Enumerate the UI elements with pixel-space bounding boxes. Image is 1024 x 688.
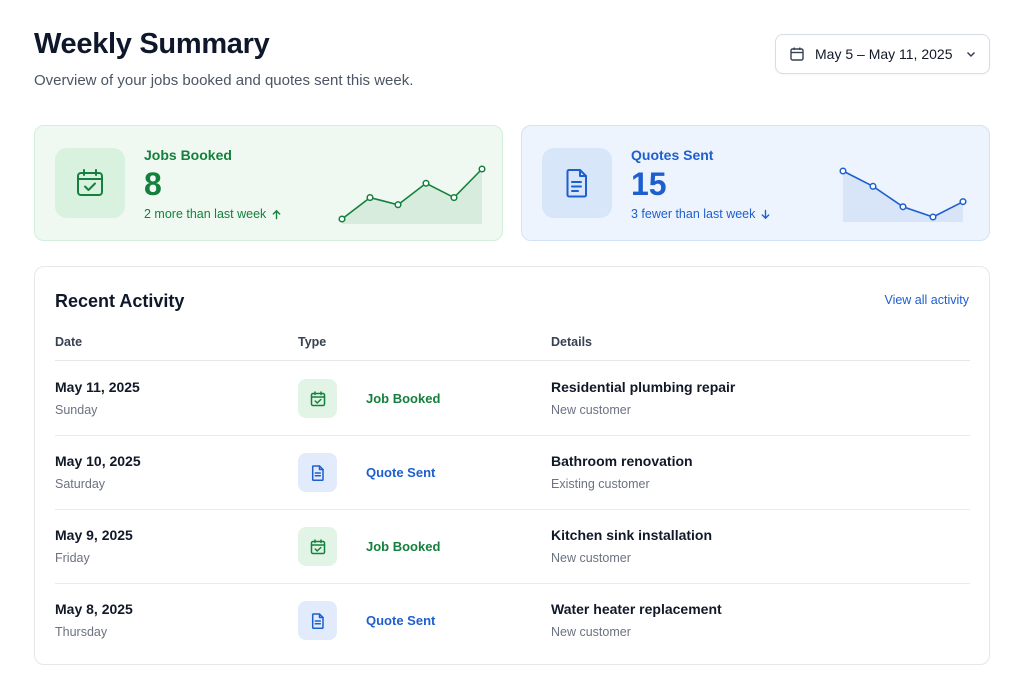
page-subtitle: Overview of your jobs booked and quotes … <box>34 72 414 89</box>
row-detail: Kitchen sink installation <box>551 527 713 543</box>
quotes-sent-note-text: 3 fewer than last week <box>631 207 756 221</box>
chevron-down-icon <box>966 51 976 58</box>
row-detail: Bathroom renovation <box>551 453 693 469</box>
row-customer-type: Existing customer <box>551 477 650 491</box>
calendar-check-icon <box>77 169 103 196</box>
column-header-date: Date <box>55 335 83 349</box>
quotes-sparkline-point <box>869 182 877 190</box>
row-day: Thursday <box>55 625 108 639</box>
jobs-booked-note: 2 more than last week <box>144 207 282 221</box>
date-range-picker[interactable]: May 5 – May 11, 2025 <box>775 34 990 74</box>
quotes-sent-note: 3 fewer than last week <box>631 207 771 221</box>
quotes-sent-sparkline <box>839 167 967 222</box>
row-type: Quote Sent <box>366 465 436 480</box>
document-icon <box>566 169 587 198</box>
row-type: Job Booked <box>366 539 441 554</box>
weekly-summary-page: Weekly Summary Overview of your jobs boo… <box>0 0 1024 688</box>
quote-sent-icon-box <box>298 453 337 492</box>
recent-activity-card: Recent Activity View all activity Date T… <box>34 266 990 665</box>
jobs-sparkline-point <box>422 179 430 187</box>
arrow-up-icon <box>272 209 281 219</box>
row-day: Friday <box>55 551 90 565</box>
quotes-sparkline-point <box>899 203 907 211</box>
document-icon <box>311 612 324 629</box>
jobs-sparkline-point <box>478 165 486 173</box>
document-icon <box>311 464 324 481</box>
jobs-booked-value: 8 <box>144 166 162 202</box>
row-customer-type: New customer <box>551 625 631 639</box>
row-day: Sunday <box>55 403 98 417</box>
activity-table-header: Date Type Details <box>55 335 970 361</box>
quotes-sparkline-area <box>843 171 963 222</box>
table-row[interactable]: May 9, 2025 Friday Job Booked Kitchen si… <box>55 510 970 584</box>
row-type: Job Booked <box>366 391 441 406</box>
job-booked-icon-box <box>298 527 337 566</box>
row-date: May 11, 2025 <box>55 379 140 395</box>
quotes-sent-value: 15 <box>631 166 667 202</box>
row-type: Quote Sent <box>366 613 436 628</box>
jobs-sparkline-point <box>394 201 402 209</box>
recent-activity-title: Recent Activity <box>55 291 185 311</box>
row-date: May 9, 2025 <box>55 527 133 543</box>
row-day: Saturday <box>55 477 106 491</box>
calendar-check-icon <box>310 390 325 406</box>
quotes-sent-label: Quotes Sent <box>631 147 714 163</box>
jobs-booked-sparkline <box>338 165 486 224</box>
row-detail: Residential plumbing repair <box>551 379 736 395</box>
quotes-sent-card: Quotes Sent 15 3 fewer than last week <box>521 125 990 241</box>
quote-sent-icon-box <box>298 601 337 640</box>
jobs-sparkline-area <box>342 169 482 224</box>
arrow-down-icon <box>761 209 770 219</box>
jobs-booked-icon-box <box>55 148 125 218</box>
jobs-sparkline-point <box>366 194 374 202</box>
quotes-sparkline-point <box>959 198 967 206</box>
row-date: May 10, 2025 <box>55 453 141 469</box>
page-title: Weekly Summary <box>34 28 270 60</box>
jobs-sparkline-point <box>450 194 458 202</box>
table-row[interactable]: May 8, 2025 Thursday Quote Sent Water he… <box>55 584 970 658</box>
job-booked-icon-box <box>298 379 337 418</box>
quotes-sparkline-point <box>929 213 937 221</box>
calendar-icon <box>790 47 804 61</box>
column-header-type: Type <box>298 335 327 349</box>
jobs-sparkline-point <box>338 215 346 223</box>
row-detail: Water heater replacement <box>551 601 722 617</box>
jobs-booked-label: Jobs Booked <box>144 147 232 163</box>
jobs-booked-note-text: 2 more than last week <box>144 207 267 221</box>
date-range-label: May 5 – May 11, 2025 <box>815 46 953 62</box>
row-date: May 8, 2025 <box>55 601 133 617</box>
quotes-sparkline-point <box>839 167 847 175</box>
calendar-check-icon <box>310 538 325 554</box>
view-all-activity-link[interactable]: View all activity <box>884 293 969 307</box>
row-customer-type: New customer <box>551 551 631 565</box>
quotes-sent-icon-box <box>542 148 612 218</box>
table-row[interactable]: May 10, 2025 Saturday Quote Sent Bathroo… <box>55 436 970 510</box>
jobs-booked-card: Jobs Booked 8 2 more than last week <box>34 125 503 241</box>
table-row[interactable]: May 11, 2025 Sunday Job Booked Residenti… <box>55 362 970 436</box>
column-header-details: Details <box>551 335 592 349</box>
row-customer-type: New customer <box>551 403 631 417</box>
